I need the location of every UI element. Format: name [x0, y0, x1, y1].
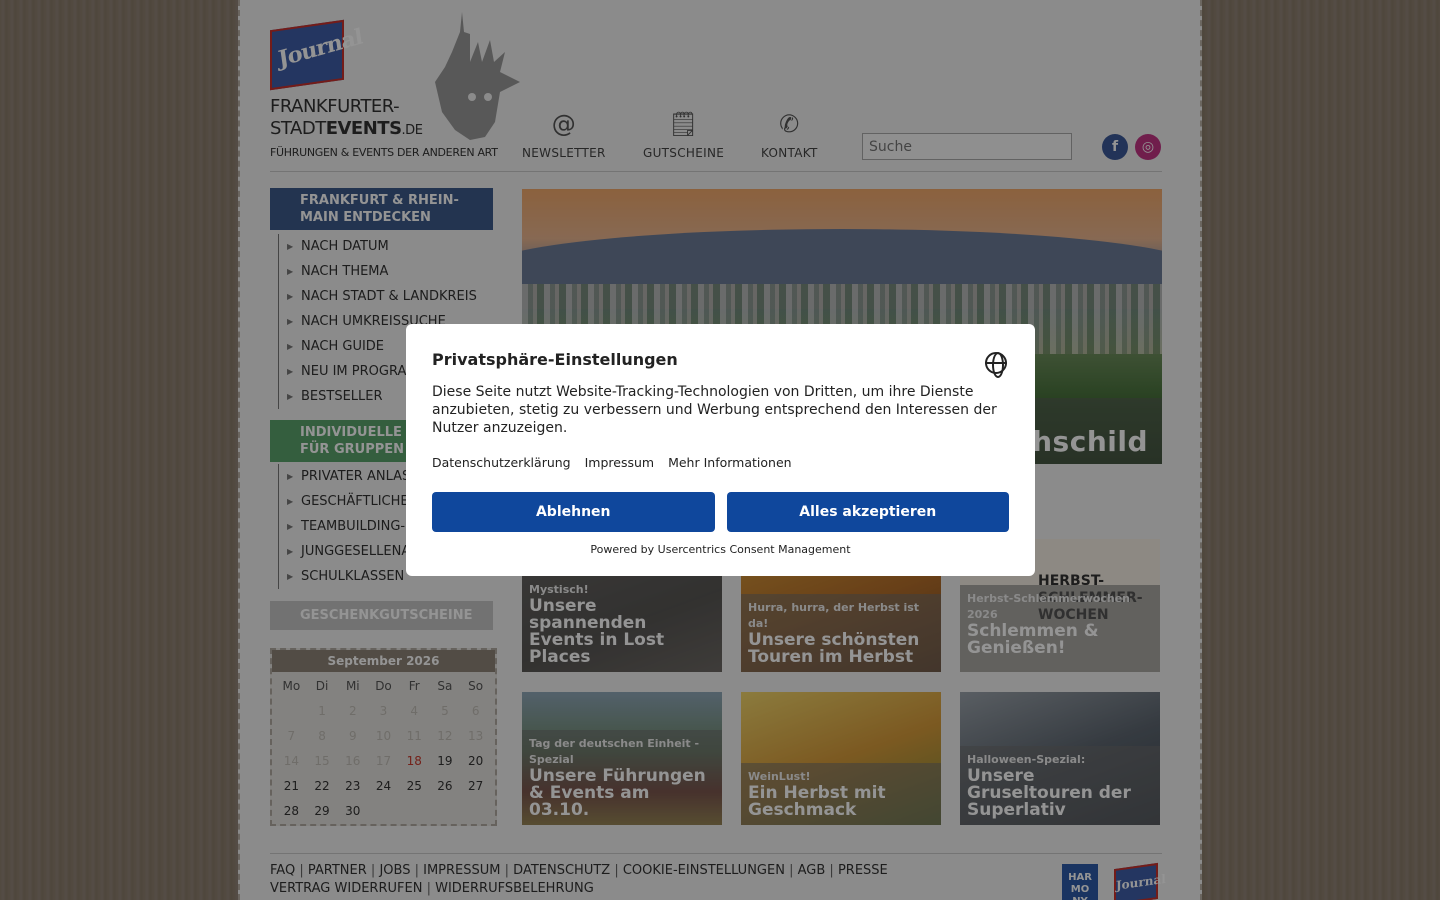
consent-link-impressum[interactable]: Impressum: [585, 455, 654, 470]
consent-powered-by: Powered by Usercentrics Consent Manageme…: [590, 543, 851, 556]
globe-icon[interactable]: [985, 352, 1007, 378]
consent-link-datenschutz[interactable]: Datenschutzerklärung: [432, 455, 571, 470]
consent-text: Diese Seite nutzt Website-Tracking-Techn…: [432, 384, 997, 436]
consent-links: Datenschutzerklärung Impressum Mehr Info…: [432, 455, 1009, 470]
consent-dialog: Privatsphäre-Einstellungen Diese Seite n…: [406, 324, 1035, 576]
consent-link-more-info[interactable]: Mehr Informationen: [668, 455, 791, 470]
accept-all-button[interactable]: Alles akzeptieren: [726, 492, 1009, 532]
deny-button[interactable]: Ablehnen: [432, 492, 715, 532]
consent-buttons: Ablehnen Alles akzeptieren: [432, 492, 1009, 532]
consent-title: Privatsphäre-Einstellungen: [432, 350, 678, 369]
